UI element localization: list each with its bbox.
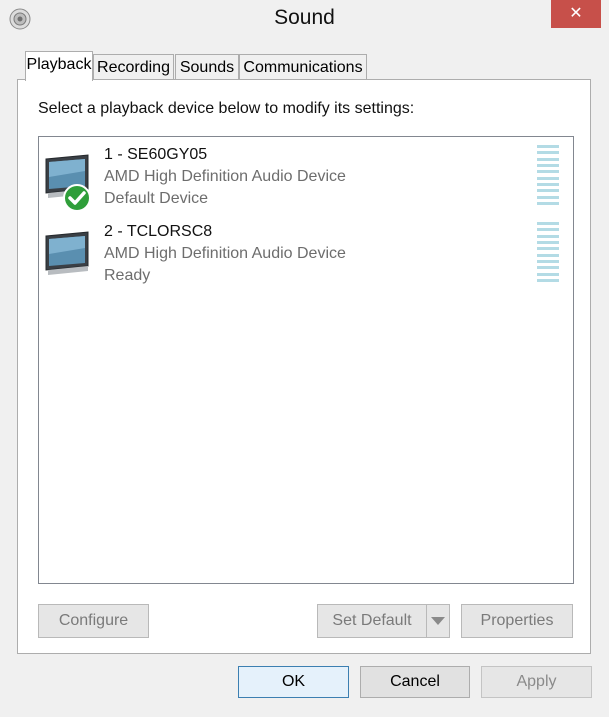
device-name: 1 - SE60GY05 (104, 146, 208, 163)
ok-button[interactable]: OK (238, 666, 349, 698)
instruction-text: Select a playback device below to modify… (38, 100, 415, 117)
title-bar: Sound ✕ (0, 0, 609, 40)
device-name: 2 - TCLORSC8 (104, 223, 213, 240)
tab-sounds[interactable]: Sounds (175, 54, 239, 79)
device-list[interactable]: 1 - SE60GY05 AMD High Definition Audio D… (38, 136, 574, 584)
playback-panel: Select a playback device below to modify… (17, 79, 591, 654)
close-icon: ✕ (569, 5, 583, 22)
set-default-button[interactable]: Set Default (317, 604, 450, 638)
configure-button[interactable]: Configure (38, 604, 149, 638)
volume-level-meter (537, 145, 559, 205)
cancel-button[interactable]: Cancel (360, 666, 470, 698)
monitor-icon (45, 231, 89, 275)
device-status: Default Device (104, 190, 209, 207)
device-description: AMD High Definition Audio Device (104, 168, 346, 185)
tab-communications[interactable]: Communications (239, 54, 367, 79)
properties-button[interactable]: Properties (461, 604, 573, 638)
device-status: Ready (104, 267, 151, 284)
close-button[interactable]: ✕ (551, 0, 601, 28)
device-item-se60gy05[interactable]: 1 - SE60GY05 AMD High Definition Audio D… (39, 137, 573, 212)
device-item-tclorsc8[interactable]: 2 - TCLORSC8 AMD High Definition Audio D… (39, 214, 573, 286)
apply-button[interactable]: Apply (481, 666, 592, 698)
volume-level-meter (537, 222, 559, 282)
tab-recording[interactable]: Recording (93, 54, 174, 79)
tab-playback[interactable]: Playback (25, 51, 93, 81)
check-badge-icon (63, 184, 91, 212)
dropdown-arrow-icon[interactable] (430, 616, 446, 626)
device-description: AMD High Definition Audio Device (104, 245, 346, 262)
window-title: Sound (274, 6, 335, 29)
